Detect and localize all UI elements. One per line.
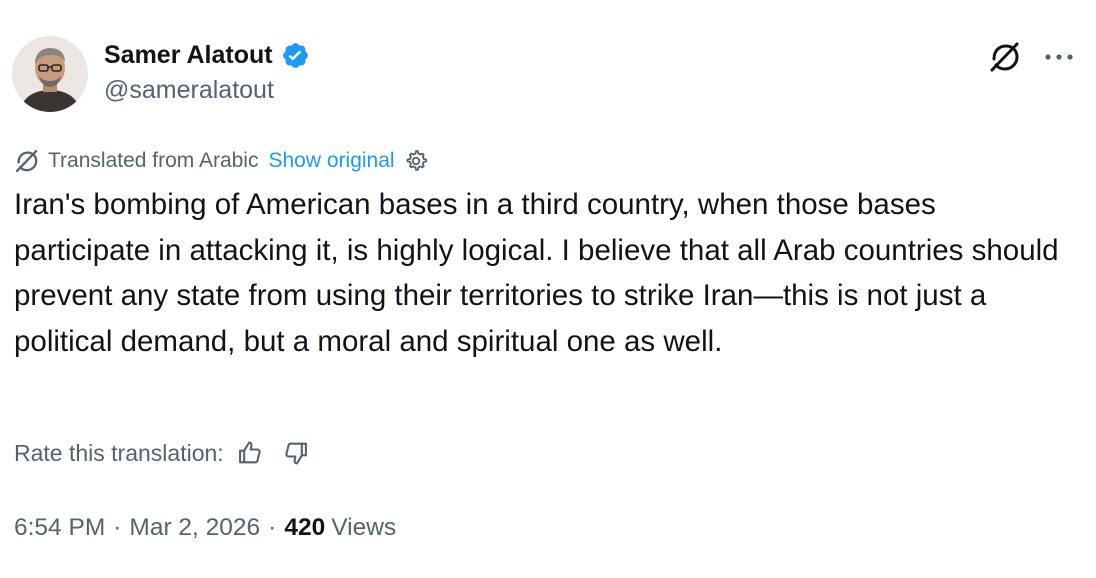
author-display-name[interactable]: Samer Alatout xyxy=(104,41,273,70)
gear-icon[interactable] xyxy=(403,148,429,174)
thumbs-up-icon[interactable] xyxy=(236,439,264,467)
post-meta-row: 6:54 PM · Mar 2, 2026 · 420 Views xyxy=(14,510,396,546)
verified-badge-icon[interactable] xyxy=(281,41,310,70)
views-count: 420 xyxy=(284,514,326,541)
header-actions xyxy=(988,40,1074,74)
author-name-row: Samer Alatout xyxy=(104,38,310,72)
meta-separator: · xyxy=(113,514,122,541)
show-original-link[interactable]: Show original xyxy=(268,149,394,173)
avatar[interactable] xyxy=(12,36,88,112)
views-label: Views xyxy=(331,514,397,541)
translated-from-label: Translated from Arabic xyxy=(48,149,259,172)
post-time[interactable]: 6:54 PM xyxy=(14,514,105,542)
translation-row: Translated from Arabic Show original xyxy=(14,146,429,176)
translate-slash-icon[interactable] xyxy=(988,40,1022,74)
post-date[interactable]: Mar 2, 2026 xyxy=(129,514,260,542)
rate-translation-row: Rate this translation: xyxy=(14,436,310,470)
thumbs-down-icon[interactable] xyxy=(282,439,310,467)
rate-translation-label: Rate this translation: xyxy=(14,439,224,466)
author-handle[interactable]: @sameralatout xyxy=(104,76,274,105)
meta-separator: · xyxy=(268,514,277,541)
avatar-image xyxy=(12,36,88,112)
translate-slash-icon xyxy=(14,148,40,174)
more-dots-icon[interactable] xyxy=(1044,52,1074,62)
post-text: Iran's bombing of American bases in a th… xyxy=(14,188,1067,358)
tweet-card: Samer Alatout @sameralatout Translated f… xyxy=(0,0,1096,578)
